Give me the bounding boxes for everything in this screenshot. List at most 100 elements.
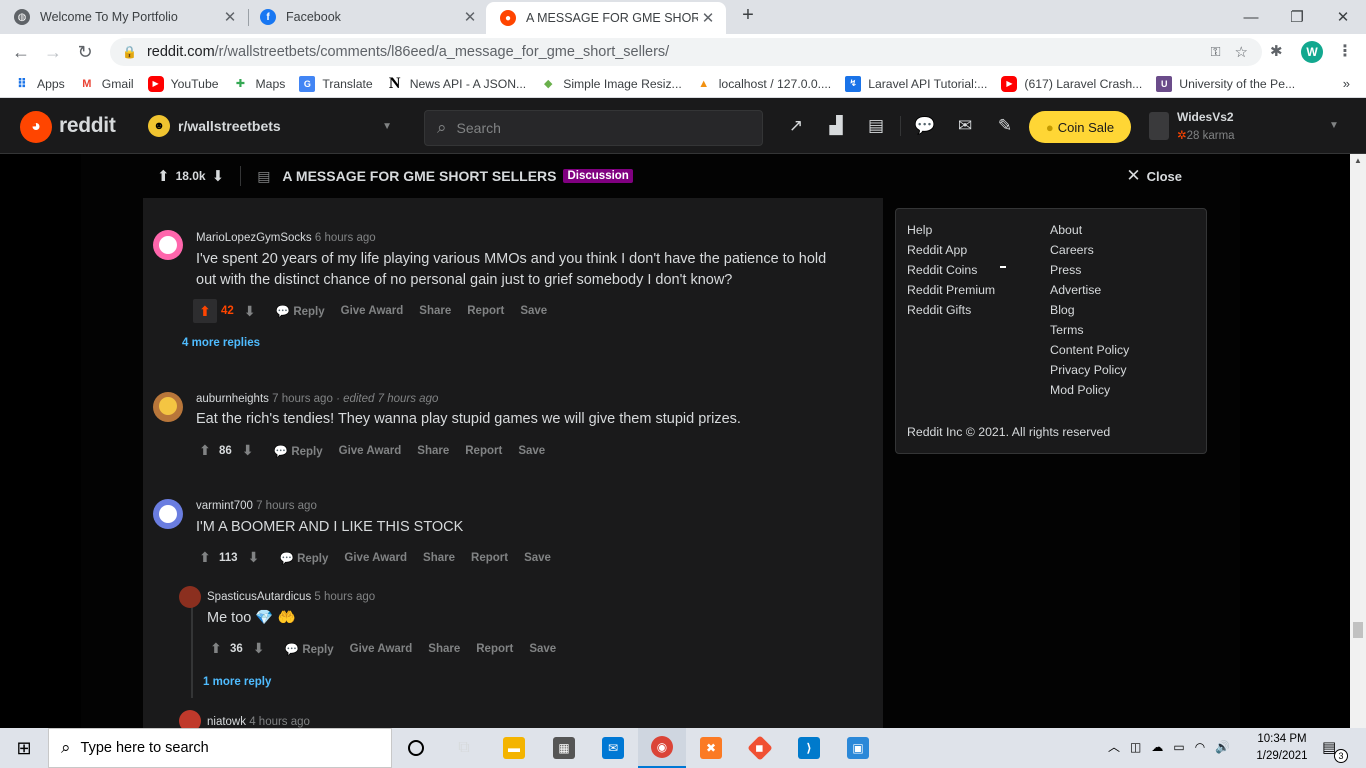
give-award-button[interactable]: Give Award — [341, 305, 404, 317]
reply-button[interactable]: 💬 Reply — [280, 551, 329, 565]
bookmark-youtube[interactable]: ▶ YouTube — [147, 75, 219, 92]
user-avatar[interactable] — [179, 710, 201, 730]
file-explorer-icon[interactable]: ▬ — [490, 728, 538, 768]
tab-portfolio[interactable]: ◍ Welcome To My Portfolio ✕ — [0, 0, 248, 34]
reddit-wordmark[interactable]: reddit — [59, 114, 116, 138]
footer-link-content-policy[interactable]: Content Policy — [1050, 343, 1129, 357]
downvote-icon[interactable]: ⬇ — [212, 167, 225, 185]
footer-link-mod-policy[interactable]: Mod Policy — [1050, 383, 1110, 397]
more-replies-link[interactable]: 4 more replies — [182, 337, 260, 349]
kebab-menu-icon[interactable]: ⋮ — [1337, 41, 1353, 61]
give-award-button[interactable]: Give Award — [344, 552, 407, 564]
downvote-icon[interactable]: ⬇ — [238, 442, 258, 459]
username[interactable]: MarioLopezGymSocks — [196, 232, 312, 244]
git-icon[interactable]: ◆ — [736, 728, 784, 768]
close-tab-icon[interactable]: ✕ — [698, 9, 718, 27]
upvote-icon[interactable]: ⬆ — [195, 442, 215, 459]
new-tab-plus-icon[interactable]: + — [736, 4, 760, 30]
close-button[interactable]: ✕ Close — [1126, 166, 1182, 186]
user-avatar[interactable] — [153, 230, 183, 260]
reply-button[interactable]: 💬 Reply — [274, 444, 323, 458]
cards-icon[interactable]: ▤ — [861, 112, 891, 140]
footer-link-terms[interactable]: Terms — [1050, 323, 1083, 337]
user-avatar[interactable] — [179, 586, 201, 608]
trending-icon[interactable]: ↗ — [781, 112, 811, 140]
close-tab-icon[interactable]: ✕ — [220, 8, 240, 26]
report-button[interactable]: Report — [467, 305, 504, 317]
give-award-button[interactable]: Give Award — [350, 643, 413, 655]
reply-button[interactable]: 💬 Reply — [285, 642, 334, 656]
extensions-puzzle-icon[interactable]: ✱ — [1270, 42, 1283, 60]
page-scrollbar[interactable]: ▲ — [1350, 154, 1366, 728]
footer-link-privacy-policy[interactable]: Privacy Policy — [1050, 363, 1127, 377]
cortana-icon[interactable] — [392, 728, 440, 768]
scrollbar-thumb[interactable] — [1353, 622, 1363, 638]
stats-icon[interactable]: ▟ — [821, 112, 851, 140]
bookmark-localhost[interactable]: ▲ localhost / 127.0.0.... — [696, 76, 831, 92]
reply-button[interactable]: 💬 Reply — [276, 304, 325, 318]
footer-link-reddit-premium[interactable]: Reddit Premium — [907, 283, 995, 297]
xampp-icon[interactable]: ✖ — [687, 728, 735, 768]
close-tab-icon[interactable]: ✕ — [460, 8, 480, 26]
coin-sale-button[interactable]: ● Coin Sale — [1029, 111, 1131, 143]
windows-start-icon[interactable]: ⊞ — [0, 728, 48, 768]
tray-chevron-up-icon[interactable]: ︿ — [1108, 738, 1120, 755]
upvote-icon[interactable]: ⬆ — [195, 549, 215, 566]
mail-app-icon[interactable]: ✉ — [589, 728, 637, 768]
onedrive-icon[interactable]: ☁ — [1151, 740, 1163, 754]
bookmark-university[interactable]: U University of the Pe... — [1156, 75, 1295, 92]
volume-icon[interactable]: 🔊 — [1215, 740, 1230, 754]
footer-link-about[interactable]: About — [1050, 223, 1082, 237]
footer-link-blog[interactable]: Blog — [1050, 303, 1075, 317]
task-view-icon[interactable]: ⧉ — [440, 728, 488, 768]
username[interactable]: auburnheights — [196, 393, 269, 405]
chrome-taskbar-icon[interactable]: ◉ — [638, 728, 686, 768]
user-avatar[interactable] — [153, 499, 183, 529]
share-button[interactable]: Share — [428, 643, 460, 655]
clock[interactable]: 10:34 PM 1/29/2021 — [1250, 731, 1314, 765]
bookmark-translate[interactable]: G Translate — [299, 75, 373, 92]
create-post-pencil-icon[interactable]: ✎ — [990, 112, 1020, 140]
downvote-icon[interactable]: ⬇ — [244, 549, 264, 566]
control-panel-icon[interactable]: ▣ — [834, 728, 882, 768]
vscode-icon[interactable]: ⟩ — [785, 728, 833, 768]
bookmark-star-icon[interactable]: ☆ — [1235, 43, 1248, 61]
address-bar[interactable]: 🔒 reddit.com/r/wallstreetbets/comments/l… — [110, 38, 1262, 66]
footer-link-reddit-gifts[interactable]: Reddit Gifts — [907, 303, 971, 317]
community-switcher[interactable]: ☻ r/wallstreetbets ▼ — [140, 106, 402, 146]
bookmark-maps[interactable]: ✚ Maps — [233, 76, 285, 92]
footer-link-help[interactable]: Help — [907, 223, 932, 237]
forward-arrow-icon[interactable]: → — [40, 34, 66, 70]
tab-reddit-active[interactable]: ● A MESSAGE FOR GME SHORT SEL ✕ — [486, 2, 726, 34]
share-button[interactable]: Share — [417, 445, 449, 457]
profile-avatar[interactable]: W — [1301, 41, 1323, 63]
share-button[interactable]: Share — [423, 552, 455, 564]
reload-icon[interactable]: ↻ — [72, 34, 98, 70]
more-replies-link[interactable]: 1 more reply — [203, 676, 271, 688]
username[interactable]: varmint700 — [196, 500, 253, 512]
upvote-icon[interactable]: ⬆ — [193, 299, 217, 323]
upvote-icon[interactable]: ⬆ — [157, 167, 170, 185]
report-button[interactable]: Report — [476, 643, 513, 655]
downvote-icon[interactable]: ⬇ — [249, 640, 269, 657]
restore-icon[interactable]: ❐ — [1274, 0, 1320, 34]
user-avatar[interactable] — [153, 392, 183, 422]
minimize-icon[interactable]: — — [1228, 0, 1274, 34]
report-button[interactable]: Report — [471, 552, 508, 564]
footer-link-reddit-coins[interactable]: Reddit Coins — [907, 263, 977, 277]
save-button[interactable]: Save — [529, 643, 556, 655]
bookmark-apps[interactable]: ⠿ Apps — [14, 76, 65, 92]
reddit-logo-icon[interactable]: ◕ — [20, 111, 52, 143]
user-menu[interactable]: WidesVs2 ✲28 karma ▼ — [1147, 108, 1353, 146]
bookmark-laravel-crash[interactable]: ▶ (617) Laravel Crash... — [1001, 75, 1142, 92]
back-arrow-icon[interactable]: ← — [8, 34, 34, 70]
bookmark-laravel-api[interactable]: ↯ Laravel API Tutorial:... — [845, 75, 987, 92]
bookmark-image-resize[interactable]: ◆ Simple Image Resiz... — [540, 76, 682, 92]
wifi-icon[interactable]: ◠ — [1195, 740, 1205, 754]
meet-now-icon[interactable]: ◫ — [1130, 740, 1141, 754]
bookmark-gmail[interactable]: M Gmail — [79, 76, 133, 92]
give-award-button[interactable]: Give Award — [339, 445, 402, 457]
store-icon[interactable]: ▦ — [540, 728, 588, 768]
post-title[interactable]: A MESSAGE FOR GME SHORT SELLERS — [282, 168, 556, 184]
report-button[interactable]: Report — [465, 445, 502, 457]
